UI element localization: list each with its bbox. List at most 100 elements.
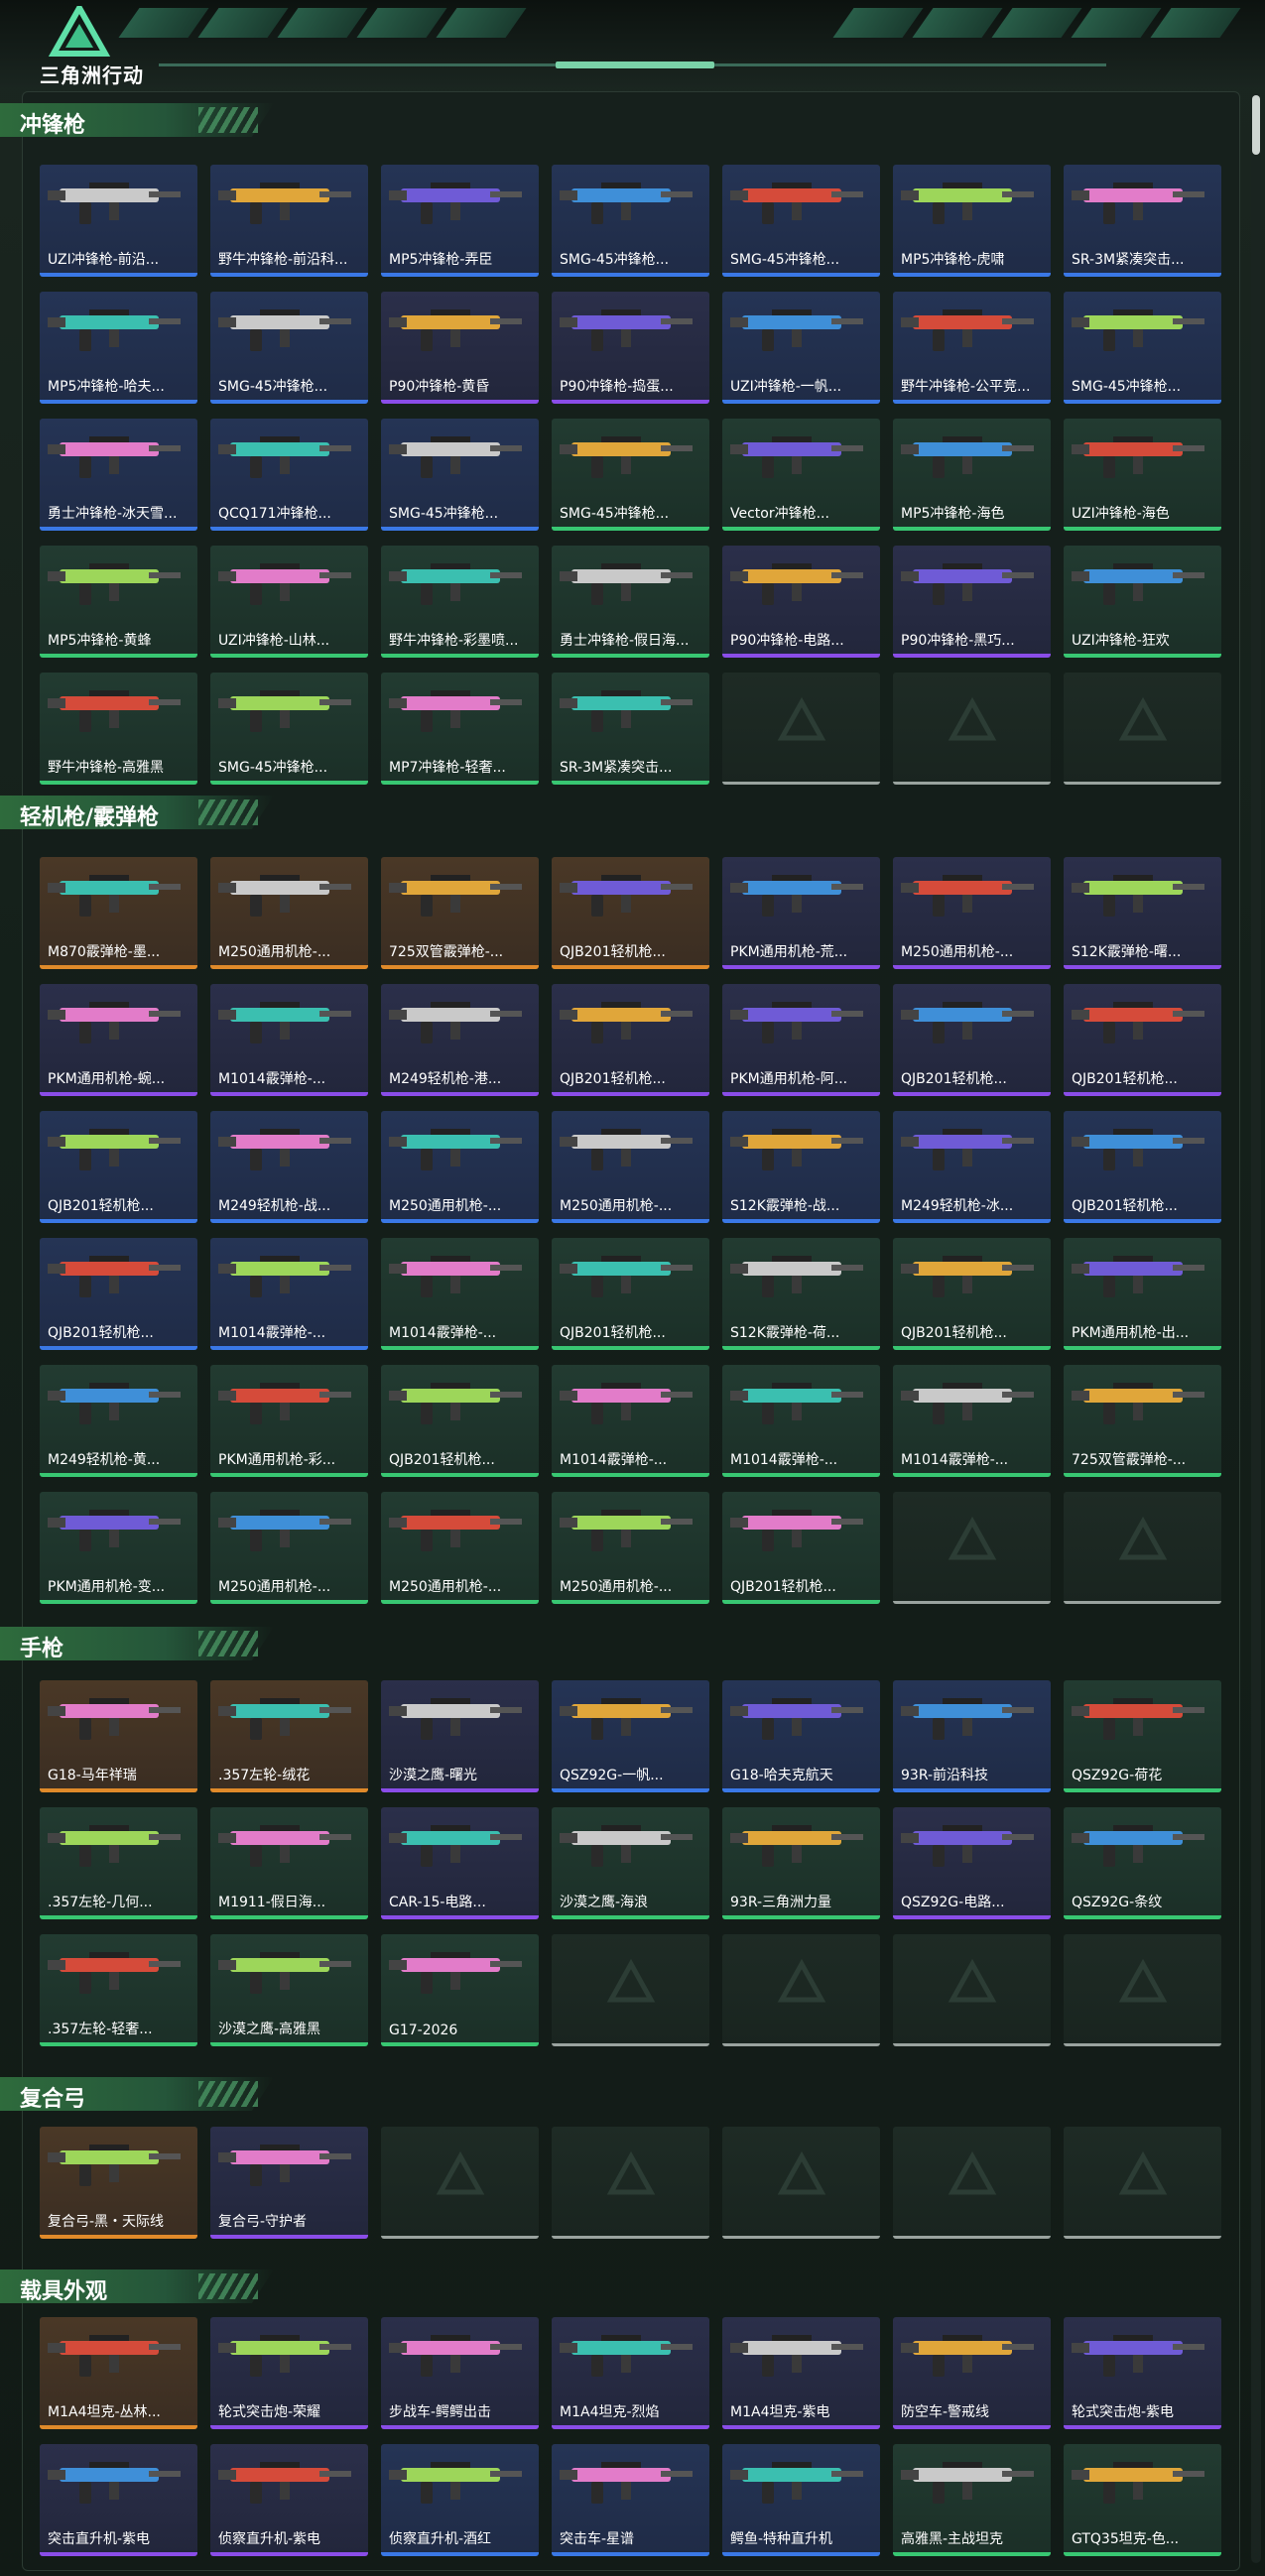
item-card[interactable]: UZI冲锋枪-山林... — [210, 546, 368, 658]
item-card[interactable]: MP5冲锋枪-弄臣 — [381, 165, 539, 277]
item-card[interactable]: PKM通用机枪-彩... — [210, 1365, 368, 1477]
item-card[interactable]: PKM通用机枪-变... — [40, 1492, 197, 1604]
item-card[interactable]: M1014霰弹枪-... — [210, 1238, 368, 1350]
item-card[interactable]: S12K霰弹枪-荷... — [722, 1238, 880, 1350]
item-card[interactable]: 步战车-鳄鳄出击 — [381, 2317, 539, 2429]
item-card[interactable]: QJB201轻机枪... — [40, 1111, 197, 1223]
scrollbar[interactable] — [1251, 93, 1261, 2563]
item-card[interactable]: SMG-45冲锋枪... — [210, 292, 368, 404]
item-card[interactable]: G18-马年祥瑞 — [40, 1680, 197, 1792]
item-card[interactable]: SMG-45冲锋枪... — [1064, 292, 1221, 404]
item-card[interactable]: S12K霰弹枪-曙... — [1064, 857, 1221, 969]
item-card[interactable]: PKM通用机枪-阿... — [722, 984, 880, 1096]
item-card[interactable]: SR-3M紧凑突击... — [1064, 165, 1221, 277]
item-card[interactable]: .357左轮-轻奢... — [40, 1934, 197, 2046]
item-card[interactable]: QJB201轻机枪... — [893, 1238, 1051, 1350]
item-card[interactable]: P90冲锋枪-捣蛋... — [552, 292, 709, 404]
item-card[interactable]: G17-2026 — [381, 1934, 539, 2046]
item-card[interactable]: MP5冲锋枪-黄蜂 — [40, 546, 197, 658]
item-card[interactable]: M250通用机枪-... — [381, 1111, 539, 1223]
item-card[interactable]: 突击直升机-紫电 — [40, 2444, 197, 2556]
item-card[interactable]: SMG-45冲锋枪... — [210, 673, 368, 785]
item-card[interactable]: 沙漠之鹰-高雅黑 — [210, 1934, 368, 2046]
item-card[interactable]: MP7冲锋枪-轻奢... — [381, 673, 539, 785]
item-card[interactable]: 侦察直升机-酒红 — [381, 2444, 539, 2556]
item-card[interactable]: UZI冲锋枪-前沿... — [40, 165, 197, 277]
item-card[interactable]: M250通用机枪-... — [210, 857, 368, 969]
item-card[interactable]: 93R-三角洲力量 — [722, 1807, 880, 1919]
item-card[interactable]: M1014霰弹枪-... — [210, 984, 368, 1096]
item-card[interactable]: QJB201轻机枪... — [893, 984, 1051, 1096]
item-card[interactable]: QSZ92G-一帆... — [552, 1680, 709, 1792]
item-card[interactable]: QJB201轻机枪... — [552, 984, 709, 1096]
item-card[interactable]: M250通用机枪-... — [893, 857, 1051, 969]
item-card[interactable]: M250通用机枪-... — [210, 1492, 368, 1604]
item-card[interactable]: P90冲锋枪-黑巧... — [893, 546, 1051, 658]
item-card[interactable]: M1A4坦克-烈焰 — [552, 2317, 709, 2429]
item-card[interactable]: QJB201轻机枪... — [1064, 1111, 1221, 1223]
item-card[interactable]: PKM通用机枪-出... — [1064, 1238, 1221, 1350]
item-card[interactable]: QJB201轻机枪... — [381, 1365, 539, 1477]
item-card[interactable]: MP5冲锋枪-哈夫... — [40, 292, 197, 404]
item-card[interactable]: QJB201轻机枪... — [1064, 984, 1221, 1096]
item-card[interactable]: 沙漠之鹰-曙光 — [381, 1680, 539, 1792]
item-card[interactable]: QSZ92G-荷花 — [1064, 1680, 1221, 1792]
item-card[interactable]: QJB201轻机枪... — [552, 1238, 709, 1350]
item-card[interactable]: 野牛冲锋枪-前沿科... — [210, 165, 368, 277]
item-card[interactable]: S12K霰弹枪-战... — [722, 1111, 880, 1223]
item-card[interactable]: M249轻机枪-冰... — [893, 1111, 1051, 1223]
item-card[interactable]: M249轻机枪-港... — [381, 984, 539, 1096]
item-card[interactable]: M249轻机枪-战... — [210, 1111, 368, 1223]
item-card[interactable]: 勇士冲锋枪-冰天雪... — [40, 419, 197, 531]
item-card[interactable]: UZI冲锋枪-狂欢 — [1064, 546, 1221, 658]
item-card[interactable]: GTQ35坦克-色... — [1064, 2444, 1221, 2556]
item-card[interactable]: UZI冲锋枪-海色 — [1064, 419, 1221, 531]
item-card[interactable]: 高雅黑-主战坦克 — [893, 2444, 1051, 2556]
item-card[interactable]: QJB201轻机枪... — [722, 1492, 880, 1604]
item-card[interactable]: Vector冲锋枪... — [722, 419, 880, 531]
item-card[interactable]: 野牛冲锋枪-高雅黑 — [40, 673, 197, 785]
item-card[interactable]: 复合弓-守护者 — [210, 2127, 368, 2239]
item-card[interactable]: QSZ92G-电路... — [893, 1807, 1051, 1919]
item-card[interactable]: MP5冲锋枪-虎啸 — [893, 165, 1051, 277]
item-card[interactable]: 复合弓-黑・天际线 — [40, 2127, 197, 2239]
item-card[interactable]: 鳄鱼-特种直升机 — [722, 2444, 880, 2556]
item-card[interactable]: QSZ92G-条纹 — [1064, 1807, 1221, 1919]
item-card[interactable]: 沙漠之鹰-海浪 — [552, 1807, 709, 1919]
item-card[interactable]: M1014霰弹枪-... — [552, 1365, 709, 1477]
item-card[interactable]: 725双管霰弹枪-... — [1064, 1365, 1221, 1477]
item-card[interactable]: QJB201轻机枪... — [552, 857, 709, 969]
item-card[interactable]: 轮式突击炮-荣耀 — [210, 2317, 368, 2429]
item-card[interactable]: M1A4坦克-丛林... — [40, 2317, 197, 2429]
item-card[interactable]: SMG-45冲锋枪... — [381, 419, 539, 531]
item-card[interactable]: PKM通用机枪-蜿... — [40, 984, 197, 1096]
item-card[interactable]: M1A4坦克-紫电 — [722, 2317, 880, 2429]
item-card[interactable]: M250通用机枪-... — [381, 1492, 539, 1604]
item-card[interactable]: M1911-假日海... — [210, 1807, 368, 1919]
item-card[interactable]: M1014霰弹枪-... — [381, 1238, 539, 1350]
item-card[interactable]: M250通用机枪-... — [552, 1492, 709, 1604]
item-card[interactable]: M1014霰弹枪-... — [893, 1365, 1051, 1477]
item-card[interactable]: QCQ171冲锋枪... — [210, 419, 368, 531]
item-card[interactable]: SMG-45冲锋枪... — [552, 419, 709, 531]
item-card[interactable]: 野牛冲锋枪-彩墨喷... — [381, 546, 539, 658]
item-card[interactable]: MP5冲锋枪-海色 — [893, 419, 1051, 531]
item-card[interactable]: SMG-45冲锋枪... — [722, 165, 880, 277]
item-card[interactable]: 轮式突击炮-紫电 — [1064, 2317, 1221, 2429]
item-card[interactable]: 725双管霰弹枪-... — [381, 857, 539, 969]
item-card[interactable]: UZI冲锋枪-一帆... — [722, 292, 880, 404]
item-card[interactable]: SMG-45冲锋枪... — [552, 165, 709, 277]
item-card[interactable]: 侦察直升机-紫电 — [210, 2444, 368, 2556]
item-card[interactable]: 突击车-星谱 — [552, 2444, 709, 2556]
item-card[interactable]: M870霰弹枪-墨... — [40, 857, 197, 969]
item-card[interactable]: M250通用机枪-... — [552, 1111, 709, 1223]
item-card[interactable]: .357左轮-绒花 — [210, 1680, 368, 1792]
item-card[interactable]: .357左轮-几何... — [40, 1807, 197, 1919]
scrollbar-thumb[interactable] — [1252, 95, 1260, 155]
item-card[interactable]: M1014霰弹枪-... — [722, 1365, 880, 1477]
item-card[interactable]: PKM通用机枪-荒... — [722, 857, 880, 969]
item-card[interactable]: 93R-前沿科技 — [893, 1680, 1051, 1792]
item-card[interactable]: P90冲锋枪-电路... — [722, 546, 880, 658]
item-card[interactable]: 勇士冲锋枪-假日海... — [552, 546, 709, 658]
item-card[interactable]: M249轻机枪-黄... — [40, 1365, 197, 1477]
